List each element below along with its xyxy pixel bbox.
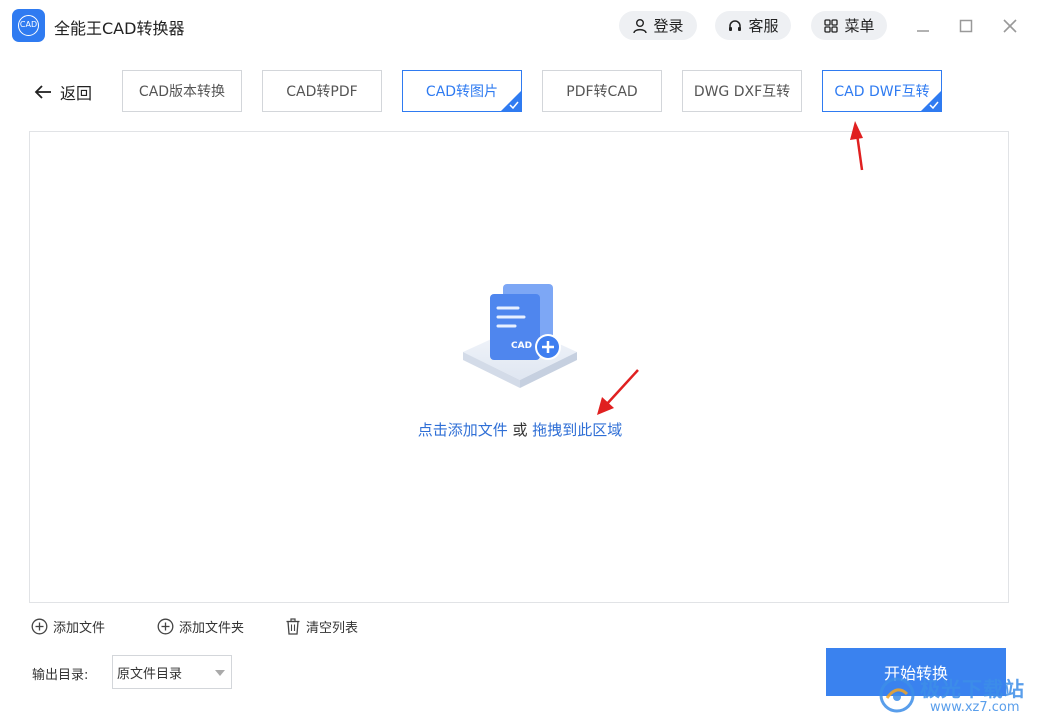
menu-button[interactable]: 菜单 — [811, 11, 887, 40]
upload-file-icon[interactable]: CAD — [457, 280, 583, 400]
close-icon — [1003, 19, 1017, 33]
app-window: CAD 全能王CAD转换器 登录 客服 菜单 返回 CAD版本转换 CAD转PD… — [0, 0, 1038, 724]
tab-cad-to-image[interactable]: CAD转图片 — [402, 70, 522, 112]
menu-label: 菜单 — [844, 17, 875, 35]
plus-circle-icon — [157, 618, 174, 634]
maximize-icon — [959, 19, 973, 33]
tab-label: CAD转图片 — [425, 84, 499, 100]
app-logo: CAD — [12, 9, 45, 42]
arrow-left-icon — [34, 85, 51, 99]
add-file-label: 添加文件 — [53, 620, 106, 636]
back-label: 返回 — [60, 84, 93, 103]
user-icon — [633, 18, 648, 33]
grid-icon — [824, 18, 839, 33]
add-folder-label: 添加文件夹 — [179, 620, 245, 636]
watermark-url: www.xz7.com — [930, 700, 1020, 715]
login-label: 登录 — [653, 17, 684, 35]
tab-label: PDF转CAD — [566, 84, 638, 100]
service-button[interactable]: 客服 — [715, 11, 791, 40]
chevron-down-icon — [215, 670, 225, 676]
watermark-text: 极光下载站 — [920, 677, 1025, 701]
tab-label: CAD DWF互转 — [834, 84, 930, 100]
add-file-button[interactable]: 添加文件 — [31, 616, 105, 636]
maximize-button[interactable] — [952, 12, 980, 40]
title-bar: CAD 全能王CAD转换器 登录 客服 菜单 — [0, 0, 1038, 52]
service-label: 客服 — [748, 17, 779, 35]
tab-label: DWG DXF互转 — [693, 84, 791, 100]
tab-cad-to-pdf[interactable]: CAD转PDF — [262, 70, 382, 112]
drag-here-link[interactable]: 拖拽到此区域 — [532, 421, 622, 439]
login-button[interactable]: 登录 — [619, 11, 697, 40]
close-button[interactable] — [996, 12, 1024, 40]
tab-cad-dwf[interactable]: CAD DWF互转 — [822, 70, 942, 112]
illustration-label: CAD — [511, 341, 532, 351]
hint-or: 或 — [507, 421, 533, 439]
back-button[interactable]: 返回 — [34, 78, 92, 106]
output-dir-select[interactable]: 原文件目录 — [112, 655, 232, 689]
drop-hint: 点击添加文件 或 拖拽到此区域 — [30, 419, 1010, 440]
tab-label: CAD版本转换 — [138, 84, 226, 100]
check-icon — [509, 101, 519, 109]
clear-list-label: 清空列表 — [306, 620, 359, 636]
file-drop-zone[interactable]: CAD 点击添加文件 或 拖拽到此区域 — [29, 131, 1009, 603]
click-add-file-link[interactable]: 点击添加文件 — [418, 421, 508, 439]
check-icon — [929, 101, 939, 109]
output-dir-value: 原文件目录 — [117, 666, 183, 682]
watermark-logo — [879, 677, 915, 713]
plus-circle-icon — [31, 618, 48, 634]
tab-label: CAD转PDF — [286, 84, 358, 100]
tab-pdf-to-cad[interactable]: PDF转CAD — [542, 70, 662, 112]
logo-text: CAD — [19, 20, 38, 29]
headset-icon — [729, 19, 742, 31]
add-folder-button[interactable]: 添加文件夹 — [157, 616, 244, 636]
app-title: 全能王CAD转换器 — [54, 19, 185, 38]
tab-dwg-dxf[interactable]: DWG DXF互转 — [682, 70, 802, 112]
clear-list-button[interactable]: 清空列表 — [285, 616, 358, 636]
tab-cad-version[interactable]: CAD版本转换 — [122, 70, 242, 112]
minimize-button[interactable] — [909, 12, 937, 40]
output-dir-label: 输出目录: — [32, 668, 89, 683]
minimize-icon — [917, 30, 929, 32]
trash-icon — [286, 617, 300, 635]
